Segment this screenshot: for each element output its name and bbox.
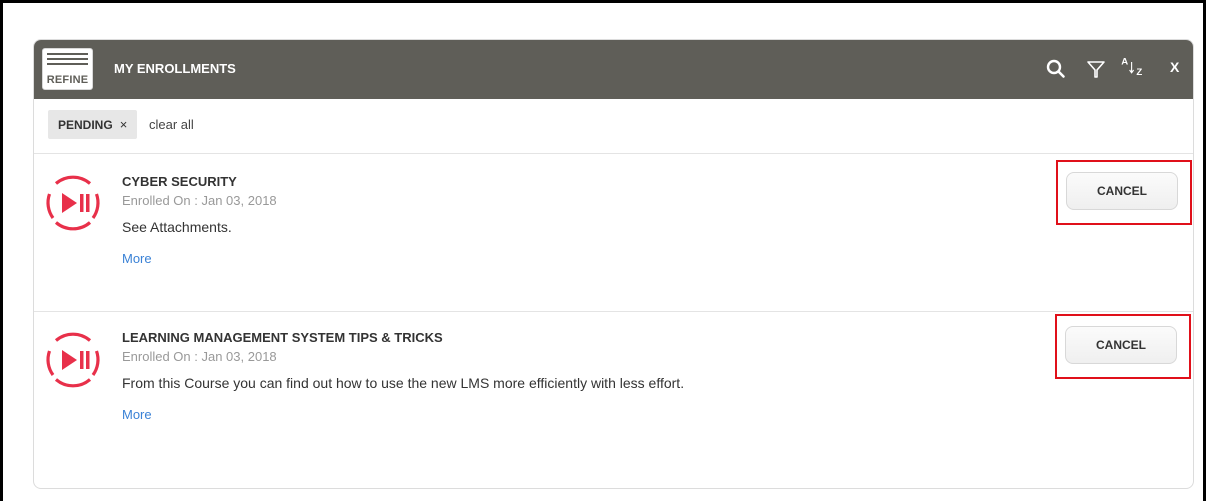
sort-az-icon[interactable]: A Z <box>1116 54 1152 78</box>
remove-filter-icon[interactable]: × <box>120 117 128 132</box>
enrolled-date: Enrolled On : Jan 03, 2018 <box>122 193 277 208</box>
cancel-highlight-box: CANCEL <box>1055 314 1191 379</box>
course-title[interactable]: LEARNING MANAGEMENT SYSTEM TIPS & TRICKS <box>122 330 443 345</box>
search-icon[interactable] <box>1045 57 1067 81</box>
course-description: From this Course you can find out how to… <box>122 375 685 391</box>
page-title: MY ENROLLMENTS <box>114 61 236 76</box>
clear-all-link[interactable]: clear all <box>149 117 194 132</box>
filter-chip-label: PENDING <box>58 117 113 132</box>
cancel-button[interactable]: CANCEL <box>1065 326 1177 364</box>
play-pause-icon <box>46 332 100 388</box>
more-link[interactable]: More <box>122 407 152 422</box>
list-item: LEARNING MANAGEMENT SYSTEM TIPS & TRICKS… <box>34 312 1193 488</box>
refine-button[interactable]: REFINE <box>42 48 93 90</box>
enrolled-date: Enrolled On : Jan 03, 2018 <box>122 349 277 364</box>
play-pause-icon <box>46 175 100 231</box>
filter-chip-pending: PENDING × <box>48 110 138 139</box>
cancel-button[interactable]: CANCEL <box>1066 172 1178 210</box>
enrollments-panel: REFINE MY ENROLLMENTS A Z X PENDING × cl… <box>33 39 1194 489</box>
refine-label: REFINE <box>46 74 89 86</box>
cancel-highlight-box: CANCEL <box>1056 160 1192 225</box>
close-button[interactable]: X <box>1170 59 1179 75</box>
active-filters-bar: PENDING × clear all <box>34 99 1193 154</box>
list-item: CYBER SECURITY Enrolled On : Jan 03, 201… <box>34 154 1193 312</box>
course-title[interactable]: CYBER SECURITY <box>122 174 237 189</box>
more-link[interactable]: More <box>122 251 152 266</box>
course-description: See Attachments. <box>122 219 232 235</box>
hamburger-icon <box>47 53 88 68</box>
sort-a-label: A <box>1121 56 1128 67</box>
filter-icon[interactable] <box>1086 57 1106 81</box>
sort-z-label: Z <box>1136 67 1142 78</box>
panel-header: REFINE MY ENROLLMENTS A Z X <box>34 40 1193 99</box>
